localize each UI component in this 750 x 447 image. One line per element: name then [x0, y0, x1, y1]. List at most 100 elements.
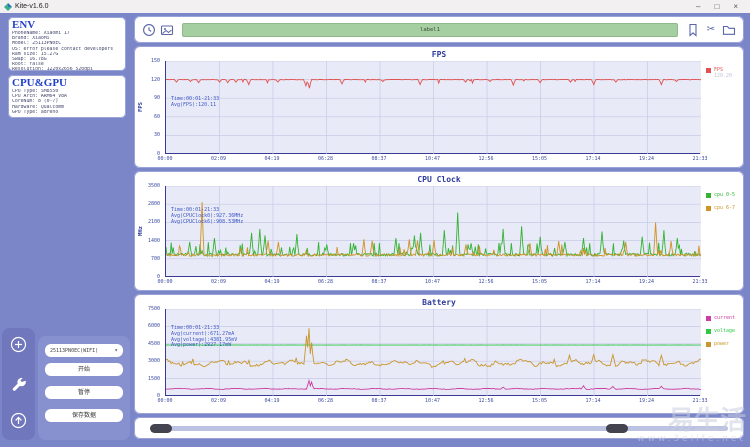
legend-label: voltage [714, 328, 736, 334]
legend-label: power [714, 341, 730, 347]
chart-annotation: Time:00:01-21:33 Avg(current):671.27mA Avg… [171, 325, 237, 349]
y-tick-label: 30 [153, 132, 160, 139]
x-tick-label: 15:05 [531, 279, 548, 285]
plot-area[interactable]: Time:00:01-21:33 Avg(FPS):120.11 [165, 61, 701, 154]
app-icon [4, 2, 12, 11]
maximize-button[interactable]: □ [714, 0, 719, 13]
legend-label: cpu 6-7 [714, 205, 736, 211]
env-info-lines: PhoneName: Xiaomi 17 Brand: XiaoMi Model: … [12, 31, 122, 73]
x-tick-label: 10:47 [424, 279, 441, 285]
x-tick-label: 21:33 [692, 279, 708, 285]
image-icon [160, 24, 174, 35]
x-tick-label: 12:56 [478, 398, 494, 404]
cpugpu-info-lines: CPU Type: SM8550 CPU Arch: ARM64_V8A CoreN… [12, 89, 122, 115]
battery-chart: Battery 0 1500 3000 4500 6000 7500 Time:00:01-2… [134, 294, 744, 414]
y-tick-label: 60 [153, 113, 160, 120]
open-folder-button[interactable] [722, 23, 736, 37]
control-panel: 25113PN0EC(WIFI) ▾ 开始 暂停 保存数据 [38, 336, 130, 440]
scissors-icon: ✂ [706, 23, 716, 35]
legend-swatch [706, 193, 711, 198]
range-handle-left[interactable] [150, 424, 172, 433]
y-tick-label: 3000 [147, 358, 160, 365]
x-tick-label: 21:33 [692, 156, 708, 162]
chart-annotation: Time:00:01-21:33 Avg(CPUClock0):927.36MHz… [171, 207, 244, 225]
y-tick-label: 6000 [147, 323, 160, 330]
x-tick-label: 17:14 [585, 398, 601, 404]
y-tick-label: 1400 [147, 237, 160, 244]
x-tick-label: 17:14 [585, 279, 601, 285]
chart-annotation: Time:00:01-21:33 Avg(FPS):120.11 [171, 96, 219, 109]
legend-item-cpu-6-7[interactable]: cpu 6-7 [706, 205, 744, 211]
y-axis-ticks: 0 700 1400 2100 2800 3500 [144, 183, 163, 280]
legend-item-cpu-0-5[interactable]: cpu 0-5 [706, 192, 744, 198]
save-data-button[interactable]: 保存数据 [45, 409, 123, 422]
annotation-line: Avg(power):2927.17mW [171, 342, 232, 349]
time-range-slider[interactable] [150, 424, 728, 433]
chevron-down-icon: ▾ [114, 347, 118, 354]
x-tick-label: 17:14 [585, 156, 601, 162]
x-tick-label: 10:47 [424, 156, 441, 162]
x-tick-label: 12:56 [478, 156, 494, 162]
x-tick-label: 00:00 [157, 279, 173, 285]
plus-circle-icon [10, 336, 27, 353]
fps-chart: FPS FPS 0 30 60 90 120 150 Time:00:01-21:33 Avg(F… [134, 46, 744, 168]
y-tick-label: 120 [150, 76, 160, 83]
x-tick-label: 15:05 [531, 156, 548, 162]
close-button[interactable]: × [733, 0, 738, 13]
plot-area[interactable]: Time:00:01-21:33 Avg(CPUClock0):927.36MHz… [165, 186, 701, 277]
toolbar: label1 ✂ [134, 16, 744, 43]
y-axis-ticks: 0 1500 3000 4500 6000 7500 [144, 306, 163, 399]
legend-label: current [714, 315, 736, 321]
left-rail [2, 328, 35, 440]
device-select-value: 25113PN0EC(WIFI) [50, 347, 99, 354]
device-select[interactable]: 25113PN0EC(WIFI) ▾ [45, 344, 123, 357]
start-button[interactable]: 开始 [45, 363, 123, 376]
legend-item-power[interactable]: power [706, 341, 744, 347]
legend-label: cpu 0-5 [714, 192, 736, 198]
time-range-bar [134, 417, 744, 439]
legend-swatch [706, 206, 711, 211]
annotation-line: Avg(FPS):120.11 [171, 101, 217, 108]
x-tick-label: 00:00 [157, 156, 173, 162]
legend-swatch [706, 316, 711, 321]
chart-title: FPS [431, 50, 447, 59]
x-tick-label: 15:05 [531, 398, 548, 404]
y-axis-ticks: 0 30 60 90 120 150 [144, 58, 163, 157]
bookmark-button[interactable] [686, 23, 700, 37]
x-tick-label: 06:28 [317, 398, 334, 404]
x-axis-ticks: 00:00 02:09 04:19 06:28 08:37 10:47 12:56 15:05… [157, 156, 707, 164]
y-tick-label: 7500 [147, 306, 160, 312]
x-tick-label: 06:28 [317, 156, 334, 162]
x-tick-label: 08:37 [371, 156, 387, 162]
chart-legend: current voltage power [706, 315, 744, 354]
legend-item-FPS[interactable]: FPS 120.20 [706, 67, 744, 79]
folder-icon [722, 25, 736, 35]
upload-button[interactable] [10, 412, 27, 429]
x-tick-label: 02:09 [210, 156, 227, 162]
settings-button[interactable] [10, 374, 27, 391]
pause-button[interactable]: 暂停 [45, 386, 123, 399]
legend-swatch [706, 329, 711, 334]
y-tick-label: 2800 [147, 201, 160, 208]
x-tick-label: 00:00 [157, 398, 173, 404]
label-bar[interactable]: label1 [182, 22, 678, 37]
title-bar: Kite-v1.6.0 – □ × [0, 0, 750, 13]
x-tick-label: 21:33 [692, 398, 708, 404]
range-handle-right[interactable] [606, 424, 628, 433]
cpugpu-panel: CPU&GPU CPU Type: SM8550 CPU Arch: ARM64_… [8, 75, 126, 118]
x-tick-label: 04:19 [264, 156, 280, 162]
history-button[interactable] [142, 23, 156, 37]
x-tick-label: 02:09 [210, 398, 227, 404]
x-tick-label: 08:37 [371, 398, 387, 404]
cut-button[interactable]: ✂ [704, 23, 718, 37]
add-button[interactable] [10, 336, 27, 353]
annotation-line: Avg(CPUClock6):908.53MHz [171, 218, 244, 225]
plot-area[interactable]: Time:00:01-21:33 Avg(current):671.27mA Avg… [165, 309, 701, 396]
chart-title: Battery [422, 298, 456, 307]
screenshot-button[interactable] [160, 23, 174, 37]
legend-item-current[interactable]: current [706, 315, 744, 321]
minimize-button[interactable]: – [696, 0, 700, 13]
x-tick-label: 19:24 [638, 398, 655, 404]
y-tick-label: 1500 [147, 375, 160, 382]
legend-item-voltage[interactable]: voltage [706, 328, 744, 334]
